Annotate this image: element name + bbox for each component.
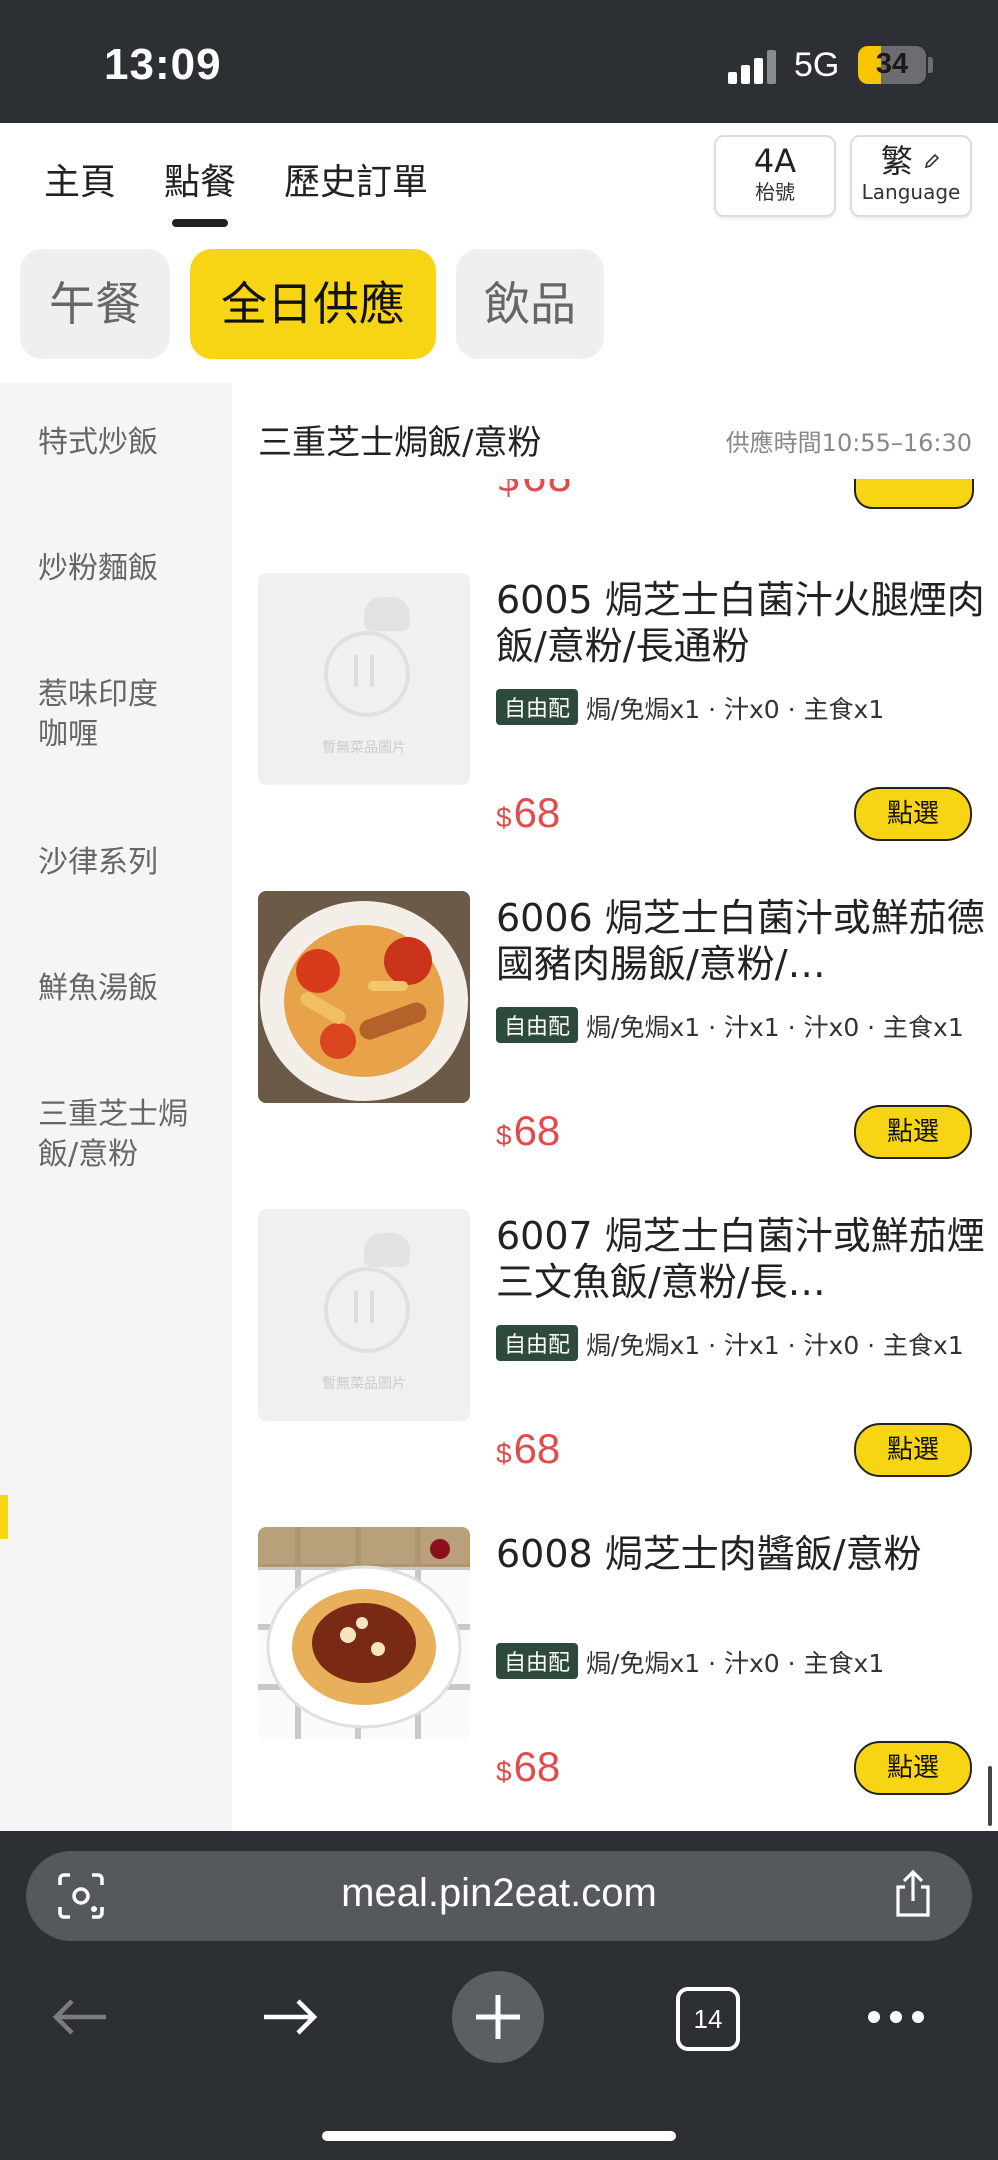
product-image-placeholder: 暫無菜品圖片	[258, 573, 470, 785]
product-title[interactable]: 6006 焗芝士白菌汁或鮮茄德國豬肉腸飯/意粉/…	[496, 895, 988, 987]
signal-icon	[728, 50, 780, 84]
browser-toolbar: meal.pin2eat.com 14	[0, 1831, 998, 2160]
tab-history[interactable]: 歷史訂單	[284, 153, 428, 205]
product-image-placeholder: 暫無菜品圖片	[258, 1209, 470, 1421]
table-number: 4A	[753, 142, 797, 180]
free-combo-badge: 自由配	[496, 1007, 579, 1043]
share-icon[interactable]	[890, 1869, 936, 1919]
status-time: 13:09	[104, 40, 222, 89]
network-type: 5G	[794, 46, 840, 84]
product-title[interactable]: 6007 焗芝士白菌汁或鮮茄煙三文魚飯/意粉/長…	[496, 1213, 988, 1305]
category-tabs: 午餐 全日供應 飲品	[0, 235, 998, 383]
back-arrow-icon[interactable]	[50, 1997, 110, 2037]
category-all-day[interactable]: 全日供應	[190, 249, 436, 359]
product-card[interactable]: 6008 焗芝士肉醬飯/意粉 自由配 焗/免焗x1 · 汁x0 · 主食x1 $6…	[232, 1527, 998, 1831]
tab-count: 14	[693, 2004, 723, 2034]
url-text: meal.pin2eat.com	[341, 1871, 657, 1915]
forward-arrow-icon[interactable]	[260, 1997, 320, 2037]
select-button[interactable]: 點選	[854, 1423, 972, 1477]
sidebar-item-special-fried-rice[interactable]: 特式炒飯	[38, 423, 218, 463]
placeholder-caption: 暫無菜品圖片	[322, 740, 406, 756]
battery-level: 34	[875, 48, 909, 80]
product-option-text: 焗/免焗x1 · 汁x0 · 主食x1	[586, 1649, 885, 1678]
section-serving-time: 供應時間10:55–16:30	[725, 429, 972, 457]
spaghetti-bolognese-image	[258, 1527, 470, 1739]
home-indicator	[322, 2131, 676, 2141]
battery-icon: 34	[858, 46, 926, 84]
status-bar: 13:09 5G 34	[0, 0, 998, 123]
list-scrollbar[interactable]	[988, 1766, 992, 1826]
product-title[interactable]: 6008 焗芝士肉醬飯/意粉	[496, 1531, 988, 1577]
product-title[interactable]: 6005 焗芝士白菌汁火腿煙肉飯/意粉/長通粉	[496, 577, 988, 669]
product-price: $68	[496, 1425, 561, 1472]
sidebar-active-indicator	[0, 1495, 8, 1539]
address-bar[interactable]: meal.pin2eat.com	[26, 1851, 972, 1941]
sidebar-item-salad[interactable]: 沙律系列	[38, 843, 218, 883]
menu-sidebar: 特式炒飯 炒粉麵飯 惹味印度咖喱 沙律系列 鮮魚湯飯 三重芝士焗飯/意粉	[0, 383, 232, 1831]
language-button[interactable]: 繁 Language	[850, 135, 972, 217]
sidebar-item-fried-noodles[interactable]: 炒粉麵飯	[38, 549, 218, 589]
select-button[interactable]: 點選	[854, 787, 972, 841]
sidebar-item-fish-soup-rice[interactable]: 鮮魚湯飯	[38, 969, 218, 1009]
tab-home[interactable]: 主頁	[44, 153, 116, 205]
product-price: $68	[496, 1743, 561, 1790]
sidebar-item-cheese-baked[interactable]: 三重芝士焗飯/意粉	[38, 1095, 188, 1175]
product-card[interactable]: 6006 焗芝士白菌汁或鮮茄德國豬肉腸飯/意粉/… 自由配 焗/免焗x1 · 汁x…	[232, 891, 998, 1209]
top-nav: 主頁 點餐 歷史訂單 4A 枱號 繁 Language	[0, 123, 998, 235]
plus-icon	[476, 1995, 520, 2039]
new-tab-button[interactable]	[452, 1971, 544, 2063]
free-combo-badge: 自由配	[496, 1643, 579, 1679]
tab-switcher-button[interactable]: 14	[676, 1987, 740, 2051]
product-card[interactable]: 暫無菜品圖片 6005 焗芝士白菌汁火腿煙肉飯/意粉/長通粉 自由配 焗/免焗x1…	[232, 573, 998, 891]
previous-item-fragment: $68	[232, 479, 998, 519]
language-caption: Language	[861, 180, 961, 204]
product-image	[258, 891, 470, 1103]
table-number-caption: 枱號	[755, 180, 795, 204]
battery-tip	[928, 57, 933, 73]
product-options: 自由配 焗/免焗x1 · 汁x1 · 汁x0 · 主食x1	[496, 1007, 988, 1044]
table-number-button[interactable]: 4A 枱號	[714, 135, 836, 217]
product-price: $68	[496, 1107, 561, 1154]
free-combo-badge: 自由配	[496, 1325, 579, 1361]
product-list[interactable]: 三重芝士焗飯/意粉 供應時間10:55–16:30 $68 暫無菜品圖片 600…	[232, 383, 998, 1831]
sidebar-item-indian-curry[interactable]: 惹味印度咖喱	[38, 675, 178, 755]
product-image	[258, 1527, 470, 1739]
select-button[interactable]: 點選	[854, 1105, 972, 1159]
product-options: 自由配 焗/免焗x1 · 汁x1 · 汁x0 · 主食x1	[496, 1325, 988, 1362]
product-option-text: 焗/免焗x1 · 汁x0 · 主食x1	[586, 695, 885, 724]
section-title: 三重芝士焗飯/意粉	[258, 423, 542, 463]
placeholder-caption: 暫無菜品圖片	[322, 1376, 406, 1392]
previous-item-order-button[interactable]	[854, 479, 974, 509]
product-option-text: 焗/免焗x1 · 汁x1 · 汁x0 · 主食x1	[586, 1331, 964, 1360]
product-price: $68	[496, 789, 561, 836]
category-lunch[interactable]: 午餐	[20, 249, 170, 359]
pasta-tomato-sausage-image	[258, 891, 470, 1103]
select-button[interactable]: 點選	[854, 1741, 972, 1795]
category-drinks[interactable]: 飲品	[456, 249, 604, 359]
product-options: 自由配 焗/免焗x1 · 汁x0 · 主食x1	[496, 689, 988, 726]
free-combo-badge: 自由配	[496, 689, 579, 725]
product-option-text: 焗/免焗x1 · 汁x1 · 汁x0 · 主食x1	[586, 1013, 964, 1042]
tab-order[interactable]: 點餐	[164, 153, 236, 227]
product-card[interactable]: 暫無菜品圖片 6007 焗芝士白菌汁或鮮茄煙三文魚飯/意粉/長… 自由配 焗/免焗…	[232, 1209, 998, 1527]
language-current: 繁	[880, 142, 913, 180]
product-options: 自由配 焗/免焗x1 · 汁x0 · 主食x1	[496, 1643, 988, 1680]
pencil-icon	[924, 153, 940, 169]
previous-item-price: $68	[496, 479, 572, 501]
more-menu-icon[interactable]	[866, 2007, 926, 2027]
